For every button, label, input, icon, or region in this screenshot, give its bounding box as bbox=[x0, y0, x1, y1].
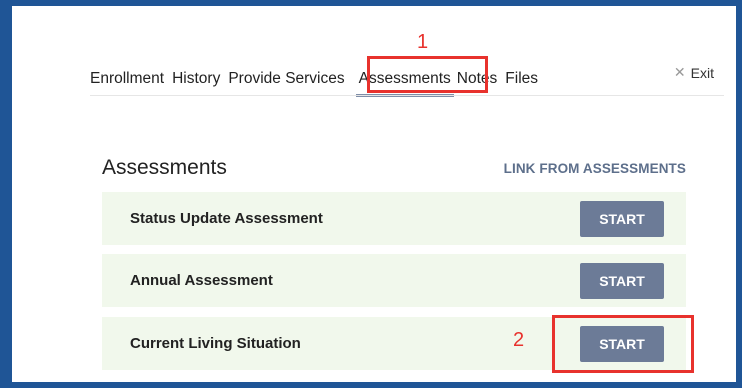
annotation-box-start-button bbox=[552, 315, 694, 373]
page-title: Assessments bbox=[102, 156, 227, 179]
close-icon: ✕ bbox=[673, 64, 686, 80]
exit-button[interactable]: ✕ Exit bbox=[674, 64, 714, 81]
tab-files[interactable]: Files bbox=[505, 70, 538, 88]
annotation-box-assessments-tab bbox=[367, 56, 488, 93]
start-button[interactable]: START bbox=[580, 200, 664, 237]
link-from-assessments[interactable]: LINK FROM ASSESSMENTS bbox=[504, 161, 686, 176]
start-button[interactable]: START bbox=[580, 262, 664, 299]
tabs-divider bbox=[90, 95, 724, 96]
app-frame: Enrollment History Provide Services Asse… bbox=[12, 6, 736, 382]
annotation-number-2: 2 bbox=[513, 329, 525, 351]
assessment-label: Annual Assessment bbox=[130, 272, 273, 289]
annotation-number-1: 1 bbox=[417, 31, 429, 53]
tab-history[interactable]: History bbox=[172, 70, 220, 88]
assessment-label: Current Living Situation bbox=[130, 335, 301, 352]
tab-provide-services[interactable]: Provide Services bbox=[228, 70, 344, 88]
assessment-row: Status Update Assessment START bbox=[102, 192, 686, 245]
assessment-row: Annual Assessment START bbox=[102, 254, 686, 307]
exit-label: Exit bbox=[690, 64, 714, 81]
tab-enrollment[interactable]: Enrollment bbox=[90, 70, 164, 88]
assessment-label: Status Update Assessment bbox=[130, 210, 323, 227]
